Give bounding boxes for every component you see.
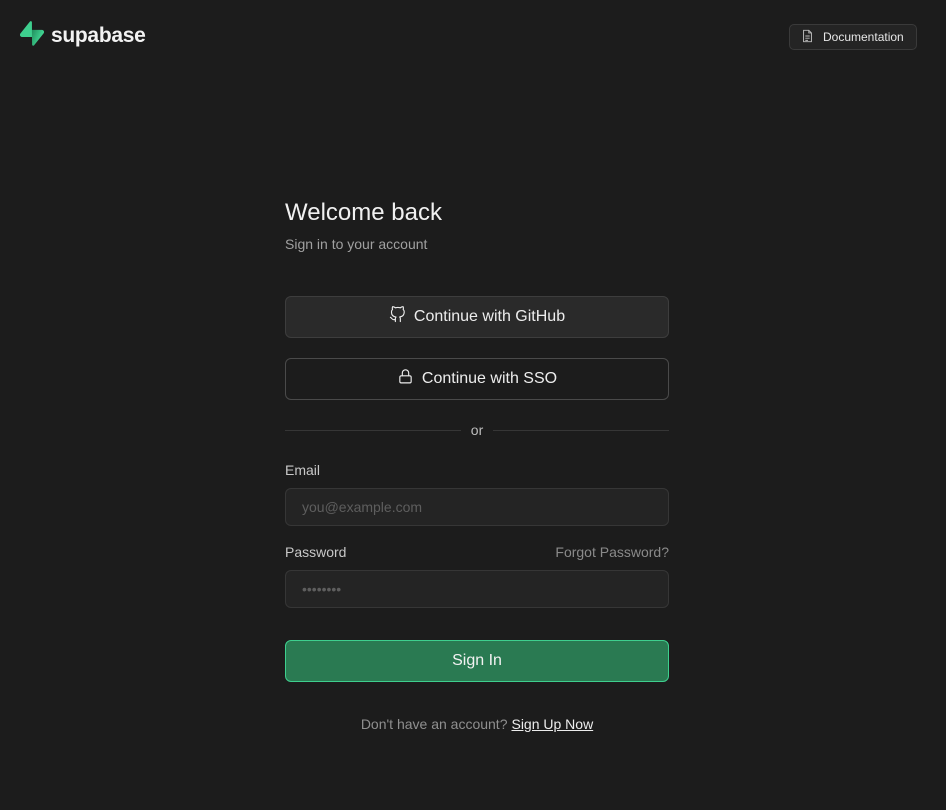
github-button-label: Continue with GitHub <box>413 308 566 325</box>
email-label: Email <box>285 462 321 478</box>
sign-in-button[interactable]: Sign In <box>285 640 669 682</box>
sign-up-link[interactable]: Sign Up Now <box>511 716 593 732</box>
github-icon <box>389 306 414 328</box>
top-bar: supabase Documentation <box>0 0 946 70</box>
sign-in-form: Welcome back Sign in to your account Con… <box>285 196 670 732</box>
page-subtitle: Sign in to your account <box>285 236 428 252</box>
continue-with-sso-button[interactable]: Continue with SSO <box>285 358 669 400</box>
divider-line-right <box>493 429 670 431</box>
divider-line-left <box>285 429 461 431</box>
email-input[interactable] <box>285 488 669 526</box>
continue-with-github-button[interactable]: Continue with GitHub <box>285 296 669 338</box>
sso-button-label: Continue with SSO <box>421 370 558 387</box>
document-icon <box>801 29 823 46</box>
supabase-logo[interactable]: supabase <box>19 21 146 51</box>
supabase-bolt-icon <box>19 21 45 51</box>
documentation-button[interactable]: Documentation <box>789 24 917 50</box>
password-label: Password <box>285 544 347 560</box>
divider-text: or <box>470 422 484 438</box>
or-divider: or <box>285 420 670 440</box>
page-title: Welcome back <box>285 199 442 226</box>
lock-icon <box>397 368 422 390</box>
logo-text: supabase <box>51 24 146 47</box>
sign-up-prompt: Don't have an account? Sign Up Now <box>285 716 669 732</box>
sign-up-prompt-text: Don't have an account? <box>360 716 508 732</box>
password-input[interactable] <box>285 570 669 608</box>
documentation-label: Documentation <box>823 30 904 44</box>
forgot-password-link[interactable]: Forgot Password? <box>555 544 669 560</box>
